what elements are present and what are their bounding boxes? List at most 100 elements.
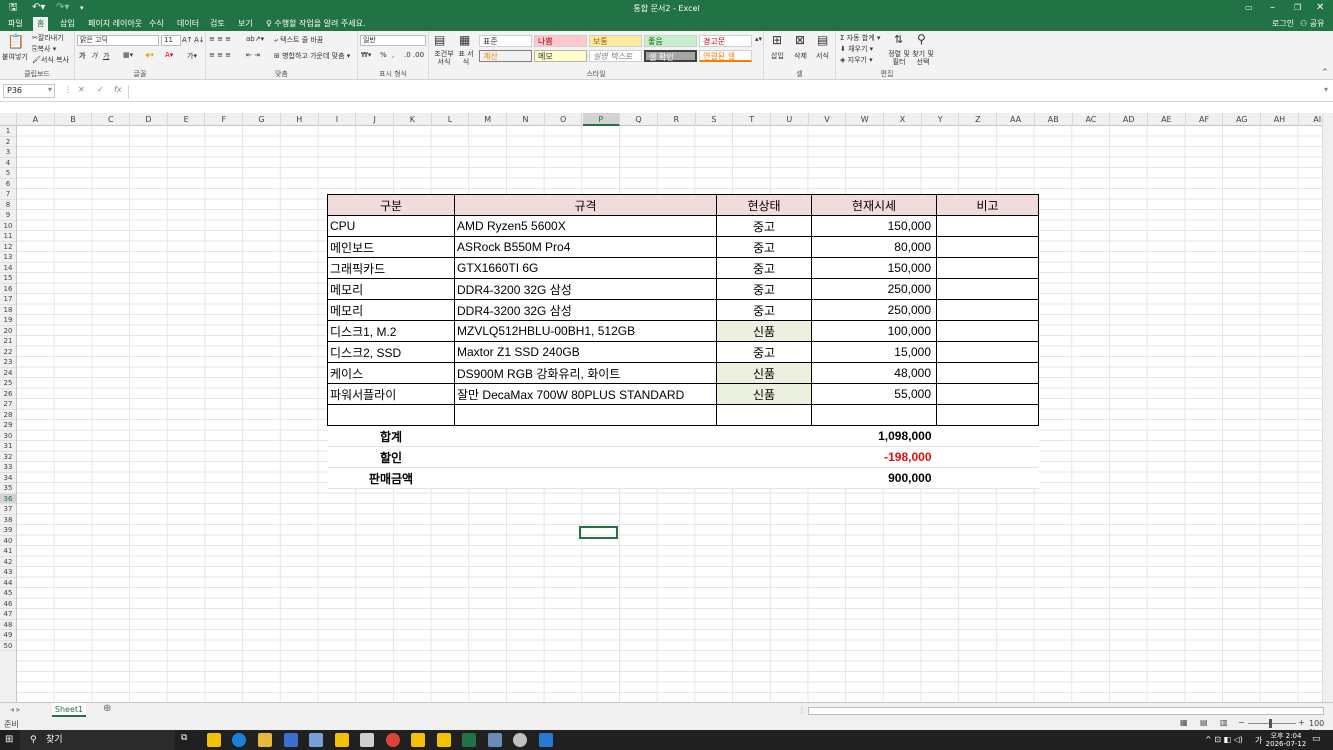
row-header[interactable]: 29 — [0, 420, 16, 431]
cell-spec[interactable]: DS900M RGB 강화유리, 화이트 — [454, 362, 717, 384]
font-size-select[interactable]: 11 — [161, 35, 181, 46]
italic-button[interactable]: 가 — [91, 51, 97, 61]
format-cells-button[interactable]: 서식 — [816, 51, 829, 61]
share-button[interactable]: ⚇ 공유 — [1300, 17, 1324, 31]
column-header[interactable]: B — [55, 113, 93, 126]
conditional-format-icon[interactable]: ▤ — [434, 33, 445, 47]
format-cells-icon[interactable]: ▤ — [817, 33, 828, 47]
cell-spec[interactable] — [454, 404, 717, 426]
summary-empty[interactable] — [716, 467, 812, 489]
tray-icons[interactable]: ^ ⊡ ◧ ◁) — [1205, 735, 1243, 744]
row-header[interactable]: 11 — [0, 231, 16, 242]
border-icon[interactable]: ▦▾ — [123, 51, 133, 59]
cell-price[interactable]: 55,000 — [811, 383, 937, 405]
column-header[interactable]: Y — [922, 113, 960, 126]
column-header[interactable]: W — [846, 113, 885, 126]
style-good[interactable]: 좋음 — [644, 35, 697, 47]
cell-category[interactable]: 그래픽카드 — [327, 257, 455, 279]
format-table-button[interactable]: 표 서식 — [457, 50, 475, 66]
row-header[interactable]: 44 — [0, 578, 16, 588]
row-header[interactable]: 14 — [0, 263, 16, 273]
row-header[interactable]: 49 — [0, 630, 16, 641]
column-header[interactable]: AE — [1148, 113, 1186, 126]
collapse-ribbon-icon[interactable]: ^ — [1322, 68, 1328, 76]
cell-state[interactable]: 신품 — [716, 320, 812, 342]
cell-price[interactable]: 100,000 — [811, 320, 937, 342]
page-layout-view-icon[interactable]: ▤ — [1200, 718, 1208, 727]
cell-note[interactable] — [936, 299, 1039, 321]
cell-state[interactable]: 중고 — [716, 215, 812, 237]
column-header[interactable]: O — [545, 113, 583, 126]
cell-category[interactable]: CPU — [327, 215, 455, 237]
header-state[interactable]: 현상태 — [716, 194, 812, 216]
zoom-in-icon[interactable]: + — [1298, 718, 1305, 727]
row-header[interactable]: 24 — [0, 368, 16, 378]
excel-icon[interactable] — [462, 733, 476, 747]
summary-empty[interactable] — [716, 425, 812, 447]
row-header[interactable]: 31 — [0, 441, 16, 452]
edge-icon[interactable] — [232, 733, 246, 747]
cell-spec[interactable]: DDR4-3200 32G 삼성 — [454, 278, 717, 300]
horizontal-scrollbar[interactable] — [808, 707, 1324, 715]
align-left-icon[interactable]: ≡ ≡ ≡ — [209, 51, 231, 59]
sort-filter-icon[interactable]: ⇅ — [894, 33, 903, 46]
chrome-icon[interactable] — [386, 733, 400, 747]
row-header[interactable]: 20 — [0, 326, 16, 336]
column-header[interactable]: M — [469, 113, 508, 126]
row-header[interactable]: 43 — [0, 567, 16, 578]
formula-input[interactable] — [128, 85, 1323, 99]
cell-note[interactable] — [936, 320, 1039, 342]
cut-button[interactable]: ✂잘라내기 — [32, 33, 64, 43]
cell-category[interactable] — [327, 404, 455, 426]
tab-data[interactable]: 데이터 — [173, 17, 203, 31]
indent-icon[interactable]: ⇤ ⇥ — [246, 51, 260, 59]
row-header[interactable]: 12 — [0, 242, 16, 252]
cell-price[interactable]: 250,000 — [811, 278, 937, 300]
row-header[interactable]: 47 — [0, 609, 16, 620]
restore-icon[interactable]: ❐ — [1294, 2, 1301, 14]
align-top-icon[interactable]: ≡ ≡ ≡ — [209, 35, 231, 43]
notification-icon[interactable]: ▭ — [1312, 734, 1321, 744]
header-price[interactable]: 현재시세 — [811, 194, 937, 216]
app-icon-6[interactable] — [437, 733, 451, 747]
cell-category[interactable]: 디스크1, M.2 — [327, 320, 455, 342]
row-header[interactable]: 46 — [0, 599, 16, 609]
row-header[interactable]: 21 — [0, 336, 16, 347]
row-header[interactable]: 13 — [0, 252, 16, 263]
cell-state[interactable] — [716, 404, 812, 426]
summary-empty[interactable] — [936, 446, 1039, 468]
cell-note[interactable] — [936, 236, 1039, 258]
select-all-corner[interactable] — [0, 113, 17, 126]
row-header[interactable]: 5 — [0, 168, 16, 179]
row-header[interactable]: 40 — [0, 536, 16, 546]
column-header[interactable]: X — [884, 113, 922, 126]
column-header[interactable]: I — [319, 113, 357, 126]
row-header[interactable]: 41 — [0, 546, 16, 557]
summary-label[interactable]: 판매금액 — [327, 467, 455, 489]
row-header[interactable]: 33 — [0, 462, 16, 473]
row-header[interactable]: 28 — [0, 410, 16, 420]
paste-icon[interactable]: 📋 — [7, 34, 24, 50]
header-note[interactable]: 비고 — [936, 194, 1039, 216]
summary-empty[interactable] — [936, 467, 1039, 489]
font-name-select[interactable]: 맑은 고딕 — [77, 35, 159, 46]
cell-spec[interactable]: ASRock B550M Pro4 — [454, 236, 717, 258]
fill-color-icon[interactable]: ◈▾ — [145, 51, 154, 59]
cell-state[interactable]: 중고 — [716, 341, 812, 363]
cell-spec[interactable]: DDR4-3200 32G 삼성 — [454, 299, 717, 321]
app-icon-3[interactable] — [309, 733, 323, 747]
cell-price[interactable]: 150,000 — [811, 257, 937, 279]
summary-empty[interactable] — [454, 446, 717, 468]
cell-price[interactable] — [811, 404, 937, 426]
style-check-cell[interactable]: 셀 확인 — [644, 50, 697, 62]
font-size-down-icon[interactable]: A↓ — [194, 36, 205, 44]
cell-category[interactable]: 메모리 — [327, 299, 455, 321]
selected-cell[interactable] — [579, 526, 618, 539]
column-header[interactable]: E — [168, 113, 206, 126]
column-header[interactable]: Q — [620, 113, 658, 126]
column-header[interactable]: AC — [1073, 113, 1111, 126]
cell-state[interactable]: 중고 — [716, 299, 812, 321]
row-header[interactable]: 8 — [0, 200, 16, 210]
cell-spec[interactable]: 잘만 DecaMax 700W 80PLUS STANDARD — [454, 383, 717, 405]
format-table-icon[interactable]: ▦ — [459, 33, 470, 47]
